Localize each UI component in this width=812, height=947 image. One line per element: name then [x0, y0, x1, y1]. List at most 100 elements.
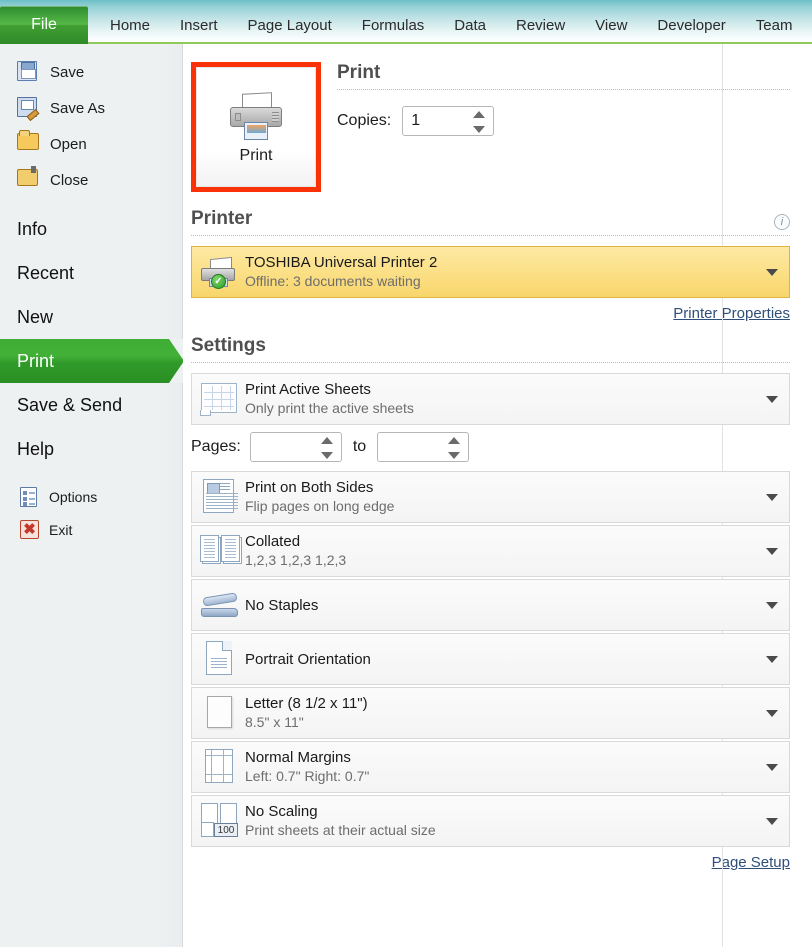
- copies-value: 1: [411, 112, 421, 129]
- printer-section: Printer i ✓ TOSHIBA Universal Printer 2 …: [183, 208, 812, 323]
- portrait-icon: [199, 640, 241, 678]
- pages-to-spinner-arrows[interactable]: [448, 437, 461, 459]
- chevron-down-icon[interactable]: [766, 818, 778, 825]
- chevron-down-icon[interactable]: [766, 494, 778, 501]
- sidebar-item-label: Info: [17, 218, 48, 239]
- chevron-down-icon[interactable]: [766, 548, 778, 555]
- copies-stepper[interactable]: 1: [402, 106, 495, 136]
- tab-formulas[interactable]: Formulas: [347, 6, 440, 44]
- printer-heading: Printer: [191, 208, 253, 229]
- setting-title: No Scaling: [245, 803, 318, 820]
- copies-spinner-arrows[interactable]: [473, 111, 486, 133]
- sidebar-item-save-send[interactable]: Save & Send: [0, 383, 182, 427]
- chevron-down-icon[interactable]: [766, 656, 778, 663]
- setting-title: Collated: [245, 533, 301, 550]
- tab-file[interactable]: File: [0, 6, 88, 44]
- pages-from-spinner-arrows[interactable]: [320, 437, 333, 459]
- sidebar-item-save-as[interactable]: Save As: [0, 90, 182, 126]
- tab-view[interactable]: View: [580, 6, 642, 44]
- setting-title: Print Active Sheets: [245, 381, 371, 398]
- spinner-down-icon[interactable]: [473, 126, 486, 133]
- sidebar-item-exit[interactable]: ✖ Exit: [0, 513, 182, 546]
- tab-page-layout[interactable]: Page Layout: [233, 6, 347, 44]
- setting-dropdown-portrait-orientation[interactable]: Portrait Orientation: [191, 633, 790, 685]
- scaling-icon: 100: [199, 802, 241, 840]
- tab-insert[interactable]: Insert: [165, 6, 233, 44]
- chevron-down-icon[interactable]: [766, 269, 778, 276]
- print-options-column: Print Copies: 1: [321, 62, 812, 192]
- setting-title: Print on Both Sides: [245, 479, 374, 496]
- setting-title: No Staples: [245, 596, 319, 614]
- save-as-icon: [17, 97, 41, 119]
- tab-review[interactable]: Review: [501, 6, 580, 44]
- sidebar-item-label: Open: [50, 135, 87, 153]
- sidebar-section-list: Info Recent New Print Save & Send Help: [0, 207, 183, 471]
- setting-dropdown-no-staples[interactable]: No Staples: [191, 579, 790, 631]
- open-folder-icon: [17, 130, 41, 155]
- backstage-view: Save Save As Open Close Info Recent New Print S…: [0, 44, 812, 947]
- printer-heading-row: Printer i: [191, 208, 790, 235]
- setting-dropdown-no-scaling[interactable]: 100 No Scaling Print sheets at their actua…: [191, 795, 790, 847]
- setting-title: Normal Margins: [245, 749, 351, 766]
- printer-status: Offline: 3 documents waiting: [245, 273, 421, 289]
- printer-status-icon: ✓: [199, 253, 241, 291]
- sidebar-item-open[interactable]: Open: [0, 126, 182, 162]
- printer-icon: [226, 89, 286, 141]
- settings-heading: Settings: [191, 335, 266, 356]
- tab-data[interactable]: Data: [439, 6, 501, 44]
- close-folder-icon: [17, 166, 41, 191]
- tab-team[interactable]: Team: [741, 6, 808, 44]
- page-setup-link[interactable]: Page Setup: [712, 854, 790, 871]
- sidebar-item-close[interactable]: Close: [0, 162, 182, 198]
- spinner-up-icon[interactable]: [448, 437, 461, 444]
- printer-properties-row: Printer Properties: [191, 298, 790, 323]
- sidebar-item-new[interactable]: New: [0, 295, 182, 339]
- spinner-down-icon[interactable]: [320, 452, 333, 459]
- sidebar-item-label: Save: [50, 63, 85, 81]
- ribbon-tabs: Home Insert Page Layout Formulas Data Review V…: [88, 6, 807, 44]
- settings-rule: [191, 362, 790, 363]
- setting-dropdown-letter-8-1-2-x-11[interactable]: Letter (8 1/2 x 11") 8.5" x 11": [191, 687, 790, 739]
- chevron-down-icon[interactable]: [766, 764, 778, 771]
- spinner-up-icon[interactable]: [473, 111, 486, 118]
- backstage-sidebar: Save Save As Open Close Info Recent New Print S…: [0, 44, 183, 947]
- setting-dropdown-collated[interactable]: Collated 1,2,3 1,2,3 1,2,3: [191, 525, 790, 577]
- settings-item-list: Print Active Sheets Only print the active…: [191, 373, 790, 847]
- tab-home[interactable]: Home: [88, 6, 165, 44]
- spinner-down-icon[interactable]: [448, 452, 461, 459]
- sidebar-divider-top: [0, 198, 182, 207]
- print-button-highlight-frame: Print: [191, 62, 321, 192]
- print-header-area: Print Print Copies: 1: [183, 62, 812, 192]
- pages-range-row: Pages: to: [191, 425, 790, 469]
- print-button-label: Print: [239, 147, 273, 164]
- setting-dropdown-normal-margins[interactable]: Normal Margins Left: 0.7" Right: 0.7": [191, 741, 790, 793]
- sidebar-item-recent[interactable]: Recent: [0, 251, 182, 295]
- sidebar-item-label: Help: [17, 438, 55, 459]
- chevron-down-icon[interactable]: [766, 710, 778, 717]
- sidebar-item-info[interactable]: Info: [0, 207, 182, 251]
- setting-subtitle: 8.5" x 11": [245, 714, 304, 730]
- settings-section: Settings Print Active Sheets Only print t…: [183, 335, 812, 872]
- sidebar-item-options[interactable]: Options: [0, 480, 182, 513]
- sidebar-item-save[interactable]: Save: [0, 54, 182, 90]
- chevron-down-icon[interactable]: [766, 602, 778, 609]
- printer-properties-link[interactable]: Printer Properties: [673, 305, 790, 322]
- setting-dropdown-print-on-both-sides[interactable]: Print on Both Sides Flip pages on long ed…: [191, 471, 790, 523]
- chevron-down-icon[interactable]: [766, 396, 778, 403]
- setting-title: Letter (8 1/2 x 11"): [245, 695, 368, 712]
- duplex-icon: [199, 478, 241, 516]
- sidebar-item-print[interactable]: Print: [0, 339, 183, 383]
- pages-to-stepper[interactable]: [377, 432, 470, 462]
- collate-icon: [199, 532, 241, 570]
- print-button[interactable]: Print: [196, 67, 316, 187]
- pages-label: Pages:: [191, 438, 241, 455]
- sidebar-item-help[interactable]: Help: [0, 427, 182, 471]
- print-pane: Print Print Copies: 1 Printer i ✓ TOSHIB…: [183, 44, 812, 947]
- tab-developer[interactable]: Developer: [642, 6, 740, 44]
- pages-from-stepper[interactable]: [249, 432, 342, 462]
- setting-dropdown-print-active-sheets[interactable]: Print Active Sheets Only print the active…: [191, 373, 790, 425]
- printer-rule: [191, 235, 790, 236]
- printer-select-dropdown[interactable]: ✓ TOSHIBA Universal Printer 2 Offline: 3…: [191, 246, 790, 298]
- info-icon[interactable]: i: [774, 213, 790, 230]
- spinner-up-icon[interactable]: [320, 437, 333, 444]
